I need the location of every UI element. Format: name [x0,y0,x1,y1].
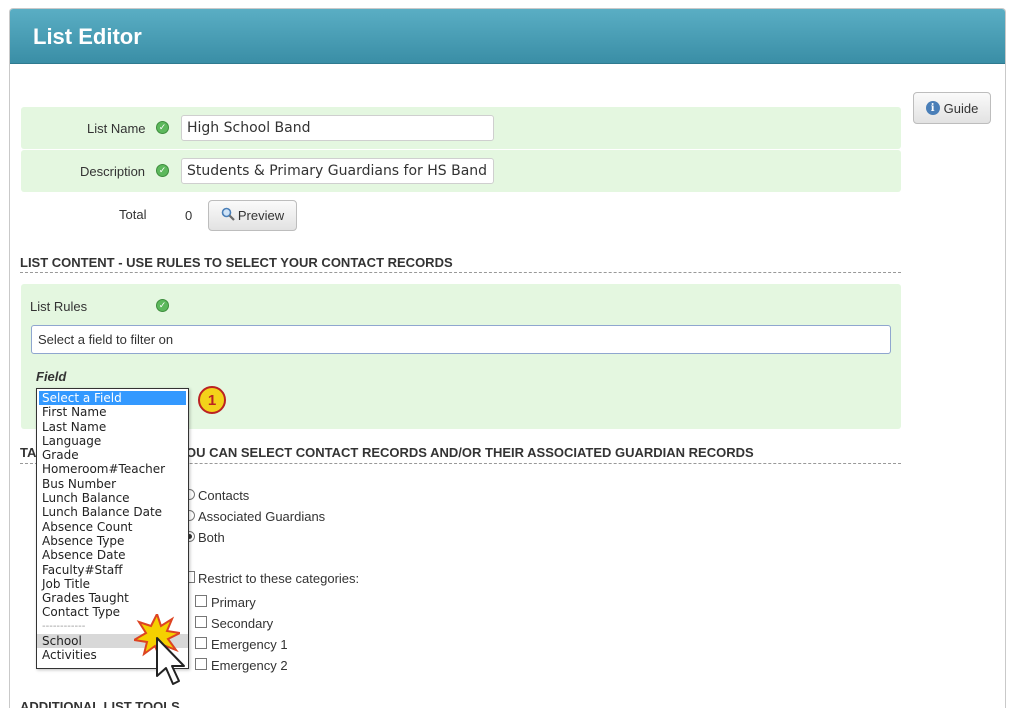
description-input-text: Students & Primary Guardians for HS Band [187,163,488,179]
target-heading-start: TA [20,445,37,460]
field-option[interactable]: Faculty#Staff [37,563,188,577]
category-label: Emergency 2 [211,658,288,673]
total-label: Total [119,207,147,222]
field-option[interactable]: Bus Number [37,477,188,491]
list-name-input[interactable]: High School Band [181,115,494,141]
category-checkbox-emergency-2[interactable] [195,658,207,670]
description-valid-icon: ✓ [156,164,169,177]
field-label: Field [36,369,67,384]
field-option[interactable]: Lunch Balance Date [37,505,188,519]
preview-button-label: Preview [237,208,285,223]
field-option[interactable]: Absence Date [37,548,188,562]
category-label: Emergency 1 [211,637,288,652]
info-icon: i [925,101,940,115]
category-label: Secondary [211,616,274,631]
field-option[interactable]: Grades Taught [37,591,188,605]
window-title: List Editor [33,24,142,49]
field-option[interactable]: Lunch Balance [37,491,188,505]
guide-button-label: Guide [943,100,979,116]
list-name-valid-icon: ✓ [156,121,169,134]
field-option[interactable]: First Name [37,405,188,419]
restrict-label: Restrict to these categories: [198,571,360,586]
category-checkbox-secondary[interactable] [195,616,207,628]
title-bar: List Editor [10,9,1005,64]
category-checkbox-emergency-1[interactable] [195,637,207,649]
radio-guardians-label: Associated Guardians [198,509,326,524]
field-option[interactable]: Absence Type [37,534,188,548]
filter-field-input[interactable]: Select a field to filter on [31,325,891,354]
field-option[interactable]: Homeroom#Teacher [37,462,188,476]
field-option[interactable]: Grade [37,448,188,462]
guide-button[interactable]: i Guide [913,92,991,124]
target-heading: OU CAN SELECT CONTACT RECORDS AND/OR THE… [186,445,754,460]
magnifier-icon [221,207,235,224]
mouse-pointer-icon [156,637,185,685]
step-badge: 1 [198,386,226,414]
field-option[interactable]: Absence Count [37,520,188,534]
description-input[interactable]: Students & Primary Guardians for HS Band [181,158,494,184]
list-name-label: List Name [87,121,146,136]
field-option[interactable]: Select a Field [39,391,186,406]
category-checkbox-primary[interactable] [195,595,207,607]
field-option[interactable]: Job Title [37,577,188,591]
field-option[interactable]: Last Name [37,420,188,434]
additional-tools-heading: ADDITIONAL LIST TOOLS [20,699,180,708]
list-rules-valid-icon: ✓ [156,299,169,312]
preview-button[interactable]: Preview [208,200,297,231]
radio-contacts-label: Contacts [198,488,250,503]
description-label: Description [80,164,146,179]
list-content-heading: LIST CONTENT - USE RULES TO SELECT YOUR … [20,255,453,270]
radio-both-label: Both [198,530,225,545]
field-option[interactable]: Language [37,434,188,448]
list-rules-label: List Rules [30,299,88,314]
category-label: Primary [211,595,256,610]
total-value: 0 [185,208,193,223]
section-divider [20,272,901,273]
